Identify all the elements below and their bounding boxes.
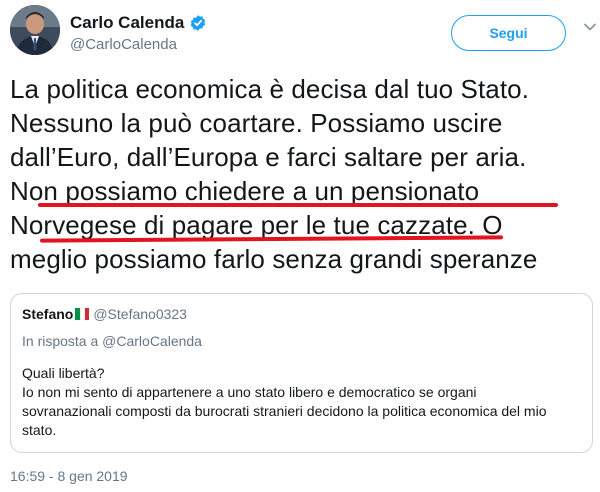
quoted-line: stato.: [22, 422, 57, 438]
avatar[interactable]: [10, 5, 60, 55]
quoted-tweet[interactable]: Stefano @Stefano0323 In risposta a @Carl…: [10, 293, 593, 453]
quoted-line: Io non mi sento di appartenere a uno sta…: [22, 384, 477, 400]
tweet-line: meglio possiamo farlo senza grandi spera…: [10, 244, 538, 274]
avatar-image: [10, 5, 60, 55]
italy-flag-icon: [75, 308, 90, 320]
quoted-line: sovranazionali composti da burocrati str…: [22, 403, 547, 419]
tweet-line: Nessuno la può coartare. Possiamo uscire: [10, 108, 503, 138]
quoted-handle: @Stefano0323: [93, 306, 187, 322]
verified-badge-icon: [191, 15, 206, 31]
quoted-tweet-header: Stefano @Stefano0323: [22, 306, 187, 322]
chevron-down-icon[interactable]: [582, 19, 598, 35]
tweet-line: dall’Euro, dall’Europa e farci saltare p…: [10, 142, 527, 172]
display-name[interactable]: Carlo Calenda: [70, 13, 184, 33]
tweet-line: La politica economica è decisa dal tuo S…: [10, 74, 530, 104]
follow-button[interactable]: Segui: [451, 15, 566, 51]
red-underline: [38, 203, 558, 207]
quoted-display-name: Stefano: [22, 306, 74, 322]
name-row: Carlo Calenda: [70, 13, 207, 33]
quoted-tweet-text: Quali libertà? Io non mi sento di appart…: [22, 364, 582, 440]
reply-context: In risposta a @CarloCalenda: [22, 333, 202, 349]
user-handle[interactable]: @CarloCalenda: [70, 36, 177, 53]
tweet-timestamp[interactable]: 16:59 - 8 gen 2019: [10, 468, 128, 484]
quoted-line: Quali libertà?: [22, 365, 105, 381]
tweet-text: La politica economica è decisa dal tuo S…: [10, 72, 595, 276]
tweet-header: Carlo Calenda @CarloCalenda Segui: [10, 5, 596, 57]
